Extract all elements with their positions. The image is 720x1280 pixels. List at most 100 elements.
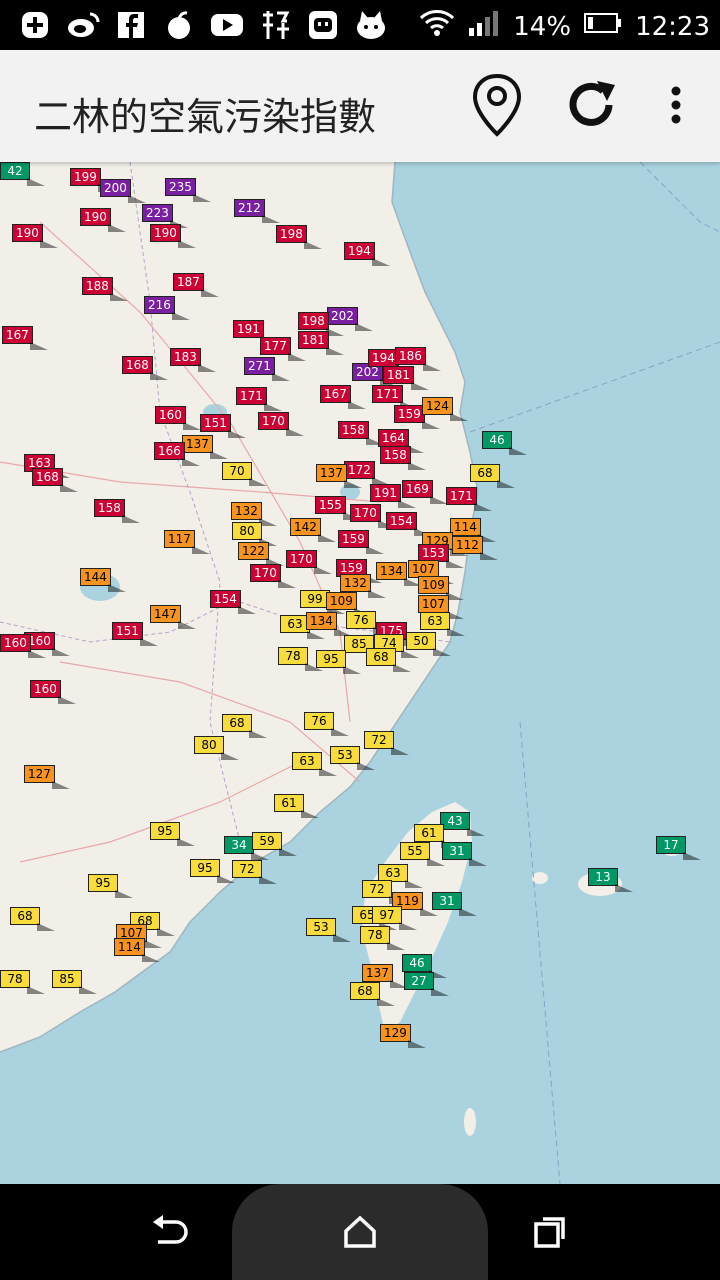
- aqi-marker[interactable]: 80: [194, 736, 239, 760]
- aqi-marker[interactable]: 112: [452, 536, 498, 560]
- aqi-marker[interactable]: 151: [112, 622, 158, 646]
- aqi-marker[interactable]: 50: [406, 632, 451, 656]
- aqi-marker[interactable]: 13: [588, 868, 633, 892]
- aqi-marker[interactable]: 42: [0, 162, 45, 186]
- aqi-marker[interactable]: 199: [70, 168, 116, 192]
- aqi-marker[interactable]: 155: [315, 496, 361, 520]
- aqi-marker[interactable]: 168: [32, 468, 78, 492]
- aqi-marker[interactable]: 181: [383, 366, 429, 390]
- aqi-marker[interactable]: 78: [278, 647, 323, 671]
- aqi-marker[interactable]: 132: [340, 574, 386, 598]
- aqi-marker[interactable]: 70: [222, 462, 267, 486]
- aqi-marker[interactable]: 72: [364, 731, 409, 755]
- aqi-marker[interactable]: 95: [150, 822, 195, 846]
- aqi-marker[interactable]: 168: [122, 356, 168, 380]
- aqi-marker[interactable]: 107: [418, 595, 464, 619]
- aqi-marker[interactable]: 53: [330, 746, 375, 770]
- aqi-marker[interactable]: 63: [420, 612, 465, 636]
- aqi-marker[interactable]: 27: [404, 972, 449, 996]
- aqi-marker[interactable]: 61: [274, 794, 319, 818]
- aqi-marker[interactable]: 159: [394, 405, 440, 429]
- recents-button[interactable]: [520, 1206, 580, 1258]
- aqi-marker[interactable]: 46: [482, 431, 527, 455]
- aqi-marker[interactable]: 68: [10, 907, 55, 931]
- aqi-marker[interactable]: 160: [0, 634, 46, 658]
- aqi-marker[interactable]: 170: [250, 564, 296, 588]
- aqi-marker[interactable]: 171: [446, 487, 492, 511]
- aqi-marker[interactable]: 95: [316, 650, 361, 674]
- aqi-marker[interactable]: 223: [142, 204, 188, 228]
- aqi-marker[interactable]: 167: [2, 326, 48, 350]
- aqi-marker[interactable]: 78: [0, 970, 45, 994]
- aqi-marker[interactable]: 59: [252, 832, 297, 856]
- aqi-marker[interactable]: 76: [304, 712, 349, 736]
- aqi-marker[interactable]: 63: [292, 752, 337, 776]
- aqi-marker[interactable]: 46: [402, 954, 447, 978]
- aqi-marker[interactable]: 183: [170, 348, 216, 372]
- aqi-marker[interactable]: 124: [422, 397, 468, 421]
- aqi-marker[interactable]: 164: [378, 429, 424, 453]
- aqi-marker[interactable]: 68: [366, 648, 411, 672]
- aqi-marker[interactable]: 132: [231, 502, 277, 526]
- aqi-marker[interactable]: 186: [395, 347, 441, 371]
- aqi-marker[interactable]: 137: [362, 964, 408, 988]
- aqi-marker[interactable]: 187: [173, 273, 219, 297]
- aqi-marker[interactable]: 212: [234, 199, 280, 223]
- aqi-marker[interactable]: 158: [94, 499, 140, 523]
- aqi-marker[interactable]: 160: [30, 680, 76, 704]
- aqi-marker[interactable]: 171: [372, 385, 418, 409]
- aqi-marker[interactable]: 114: [450, 518, 496, 542]
- aqi-marker[interactable]: 109: [326, 592, 372, 616]
- aqi-marker[interactable]: 166: [154, 442, 200, 466]
- aqi-marker[interactable]: 17: [656, 836, 701, 860]
- aqi-marker[interactable]: 181: [298, 331, 344, 355]
- aqi-marker[interactable]: 78: [360, 926, 405, 950]
- overflow-menu-button[interactable]: [640, 70, 712, 140]
- aqi-marker[interactable]: 154: [210, 590, 256, 614]
- aqi-marker[interactable]: 134: [306, 612, 352, 636]
- aqi-marker[interactable]: 170: [258, 412, 304, 436]
- aqi-marker[interactable]: 144: [80, 568, 126, 592]
- aqi-marker[interactable]: 154: [386, 512, 432, 536]
- aqi-marker[interactable]: 158: [338, 421, 384, 445]
- aqi-marker[interactable]: 198: [276, 225, 322, 249]
- aqi-marker[interactable]: 68: [222, 714, 267, 738]
- aqi-marker[interactable]: 159: [338, 530, 384, 554]
- aqi-marker[interactable]: 61: [414, 824, 459, 848]
- aqi-marker[interactable]: 95: [190, 859, 235, 883]
- aqi-marker[interactable]: 31: [442, 842, 487, 866]
- aqi-marker[interactable]: 191: [233, 320, 279, 344]
- aqi-marker[interactable]: 43: [440, 812, 485, 836]
- aqi-marker[interactable]: 169: [402, 480, 448, 504]
- home-button[interactable]: [330, 1206, 390, 1258]
- aqi-marker[interactable]: 170: [350, 504, 396, 528]
- aqi-marker[interactable]: 137: [316, 464, 362, 488]
- aqi-marker[interactable]: 55: [400, 842, 445, 866]
- aqi-marker[interactable]: 177: [260, 337, 306, 361]
- aqi-marker[interactable]: 97: [372, 906, 417, 930]
- aqi-marker[interactable]: 216: [144, 296, 190, 320]
- aqi-marker[interactable]: 95: [88, 874, 133, 898]
- location-button[interactable]: [462, 70, 532, 140]
- aqi-marker[interactable]: 172: [344, 461, 390, 485]
- refresh-button[interactable]: [556, 70, 626, 140]
- aqi-marker[interactable]: 127: [24, 765, 70, 789]
- aqi-marker[interactable]: 171: [236, 387, 282, 411]
- aqi-marker[interactable]: 68: [350, 982, 395, 1006]
- aqi-marker[interactable]: 114: [114, 938, 160, 962]
- aqi-marker[interactable]: 142: [290, 518, 336, 542]
- aqi-marker[interactable]: 151: [200, 414, 246, 438]
- aqi-marker[interactable]: 109: [418, 576, 464, 600]
- aqi-marker[interactable]: 72: [232, 860, 277, 884]
- aqi-marker[interactable]: 158: [380, 446, 426, 470]
- aqi-marker[interactable]: 235: [165, 178, 211, 202]
- aqi-marker[interactable]: 53: [306, 918, 351, 942]
- aqi-marker[interactable]: 134: [376, 562, 422, 586]
- aqi-marker[interactable]: 117: [164, 530, 210, 554]
- map-view[interactable]: 199 200 235 190 223 212 190 190 198 194 188 216 187 2…: [0, 162, 720, 1184]
- aqi-marker[interactable]: 85: [52, 970, 97, 994]
- aqi-marker[interactable]: 76: [346, 611, 391, 635]
- aqi-marker[interactable]: 34: [224, 836, 269, 860]
- aqi-marker[interactable]: 137: [182, 435, 228, 459]
- aqi-marker[interactable]: 68: [470, 464, 515, 488]
